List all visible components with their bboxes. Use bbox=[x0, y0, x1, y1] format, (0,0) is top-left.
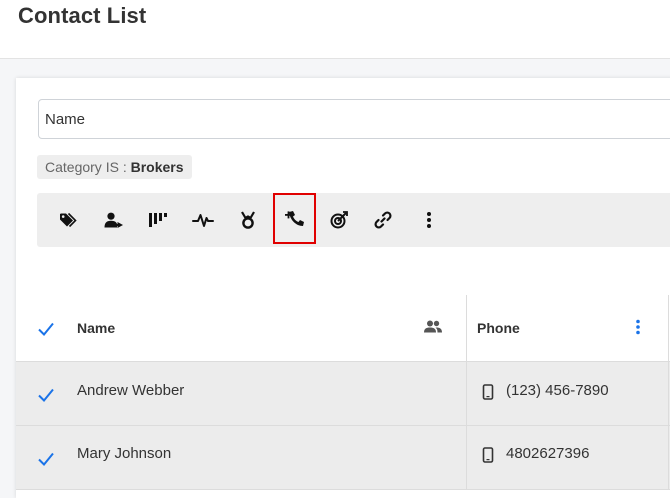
target-icon bbox=[330, 211, 348, 229]
more-vertical-icon bbox=[427, 212, 431, 228]
pipeline-button[interactable] bbox=[138, 200, 178, 240]
column-divider bbox=[668, 295, 669, 361]
bulk-actions-toolbar bbox=[37, 193, 670, 247]
row-checkbox[interactable] bbox=[37, 450, 55, 468]
column-header-phone[interactable]: Phone bbox=[477, 320, 520, 336]
contact-phone[interactable]: 4802627396 bbox=[506, 445, 589, 462]
mobile-phone-icon bbox=[482, 447, 494, 463]
activity-button[interactable] bbox=[183, 200, 223, 240]
assign-user-button[interactable] bbox=[94, 200, 134, 240]
tag-button[interactable] bbox=[49, 200, 89, 240]
mobile-phone-icon bbox=[482, 384, 494, 400]
select-all-checkbox[interactable] bbox=[37, 320, 55, 338]
award-icon bbox=[241, 211, 255, 229]
table-row[interactable]: Andrew Webber (123) 456-7890 bbox=[16, 362, 670, 426]
column-header-name[interactable]: Name bbox=[77, 320, 115, 336]
link-icon bbox=[374, 211, 392, 229]
filter-chip[interactable]: Category IS : Brokers bbox=[37, 155, 192, 179]
target-button[interactable] bbox=[319, 200, 359, 240]
column-divider bbox=[668, 426, 669, 489]
activity-icon bbox=[192, 214, 214, 227]
column-options-icon[interactable] bbox=[635, 319, 641, 335]
row-checkbox[interactable] bbox=[37, 386, 55, 404]
name-search-input[interactable] bbox=[38, 99, 670, 139]
contact-name[interactable]: Andrew Webber bbox=[77, 382, 184, 399]
add-call-icon bbox=[284, 210, 304, 226]
users-icon[interactable] bbox=[424, 320, 442, 333]
filter-value: Brokers bbox=[130, 159, 184, 175]
column-divider bbox=[466, 426, 467, 489]
tag-icon bbox=[60, 212, 77, 228]
award-button[interactable] bbox=[228, 200, 268, 240]
page-header: Contact List bbox=[0, 0, 670, 59]
contact-name[interactable]: Mary Johnson bbox=[77, 445, 171, 462]
column-divider bbox=[668, 362, 669, 425]
link-button[interactable] bbox=[363, 200, 403, 240]
add-call-button[interactable] bbox=[273, 193, 316, 244]
filter-label: Category IS : bbox=[45, 159, 127, 175]
pipeline-icon bbox=[149, 213, 167, 227]
table-header-row: Name Phone bbox=[16, 295, 670, 362]
column-divider bbox=[466, 362, 467, 425]
contact-phone[interactable]: (123) 456-7890 bbox=[506, 382, 609, 399]
column-divider bbox=[466, 295, 467, 361]
page-title: Contact List bbox=[18, 3, 147, 28]
contact-list-card: Category IS : Brokers bbox=[16, 78, 670, 498]
assign-user-icon bbox=[104, 212, 123, 228]
more-actions-button[interactable] bbox=[409, 200, 449, 240]
table-row[interactable]: Mary Johnson 4802627396 bbox=[16, 426, 670, 490]
